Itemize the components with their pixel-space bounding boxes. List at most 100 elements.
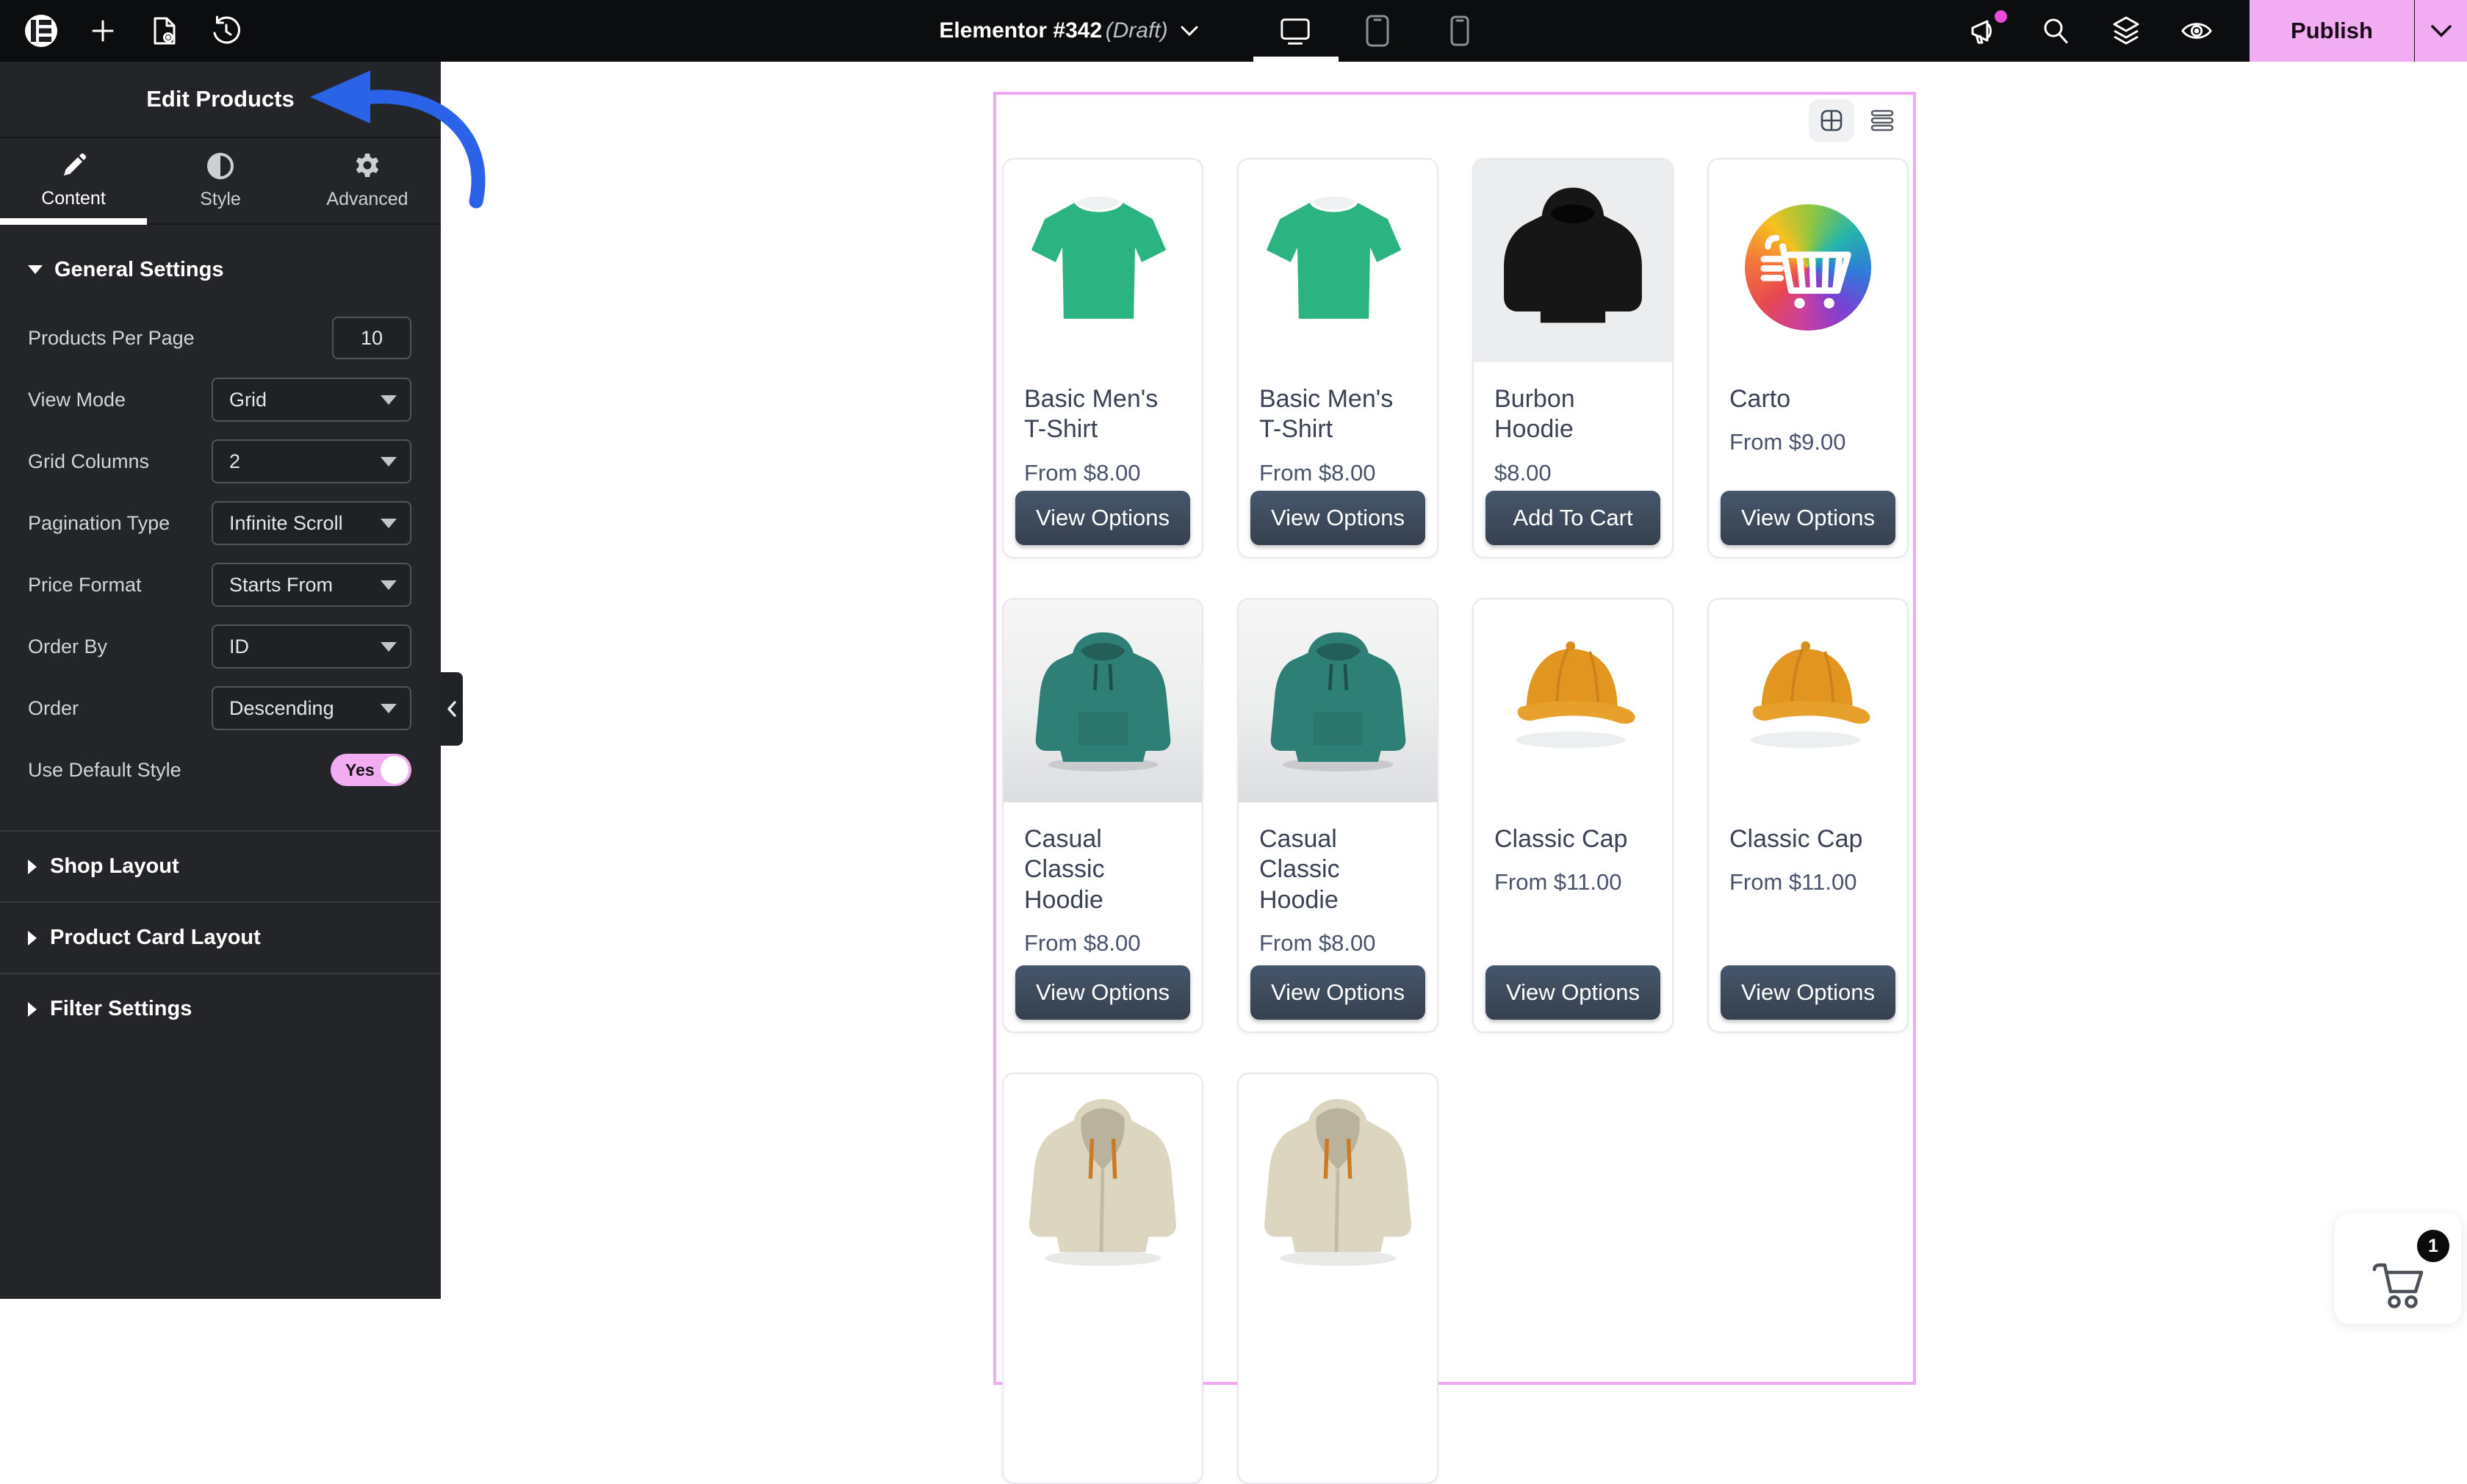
chevron-down-icon	[1180, 25, 1199, 37]
editor-canvas[interactable]: Basic Men's T-Shirt From $8.00 View Opti…	[441, 62, 2467, 1299]
caret-right-icon	[28, 931, 37, 945]
panel-title: Edit Products	[146, 86, 295, 112]
grid-view-icon[interactable]	[1809, 99, 1854, 142]
product-image-teal-hoodie	[1004, 599, 1202, 802]
view-options-button[interactable]: View Options	[1015, 965, 1190, 1020]
product-price: From $8.00	[1239, 915, 1437, 957]
select-value: Descending	[229, 697, 334, 720]
device-tablet-icon[interactable]	[1361, 15, 1394, 47]
product-title: Classic Cap	[1709, 802, 1907, 854]
view-options-button[interactable]: View Options	[1721, 965, 1895, 1020]
caret-down-icon	[381, 642, 397, 652]
elementor-settings-panel: Edit Products Content Style Advanced	[0, 62, 441, 1299]
product-card[interactable]: Classic Cap From $11.00 View Options	[1472, 598, 1674, 1033]
product-card[interactable]: Casual Classic Hoodie From $8.00 View Op…	[1002, 598, 1203, 1033]
caret-right-icon	[28, 860, 37, 874]
add-new-icon[interactable]	[87, 15, 119, 47]
product-price: From $8.00	[1004, 915, 1202, 957]
product-card[interactable]	[1002, 1073, 1203, 1484]
order-by-select[interactable]: ID	[212, 624, 411, 669]
cart-count-badge: 1	[2417, 1230, 2449, 1262]
panel-tabs: Content Style Advanced	[0, 138, 441, 225]
structure-layers-icon[interactable]	[2110, 15, 2142, 47]
field-label: Price Format	[28, 574, 142, 597]
product-image-orange-cap	[1709, 599, 1907, 802]
products-widget-selected[interactable]: Basic Men's T-Shirt From $8.00 View Opti…	[993, 92, 1916, 1385]
publish-button[interactable]: Publish	[2250, 0, 2414, 62]
field-label: Grid Columns	[28, 450, 149, 473]
product-image-orange-cap	[1474, 599, 1672, 802]
pagination-type-select[interactable]: Infinite Scroll	[212, 501, 411, 545]
caret-down-icon	[381, 704, 397, 713]
whats-new-megaphone-icon[interactable]	[1969, 15, 2001, 47]
publish-options-chevron[interactable]	[2415, 0, 2467, 62]
select-value: Grid	[229, 389, 267, 411]
field-order: Order Descending	[0, 677, 441, 739]
add-to-cart-button[interactable]: Add To Cart	[1485, 491, 1660, 545]
device-mobile-icon[interactable]	[1444, 15, 1476, 47]
view-options-button[interactable]: View Options	[1250, 491, 1425, 545]
caret-down-icon	[381, 519, 397, 528]
elementor-logo[interactable]	[25, 15, 57, 47]
list-view-icon[interactable]	[1865, 99, 1900, 142]
section-filter-settings[interactable]: Filter Settings	[0, 973, 441, 1044]
tab-content[interactable]: Content	[0, 138, 147, 223]
product-title: Classic Cap	[1474, 802, 1672, 854]
product-image-beige-hoodie	[1004, 1074, 1202, 1390]
product-image-green-tshirt	[1239, 159, 1437, 362]
field-label: Order	[28, 697, 79, 720]
section-shop-layout[interactable]: Shop Layout	[0, 830, 441, 901]
view-options-button[interactable]: View Options	[1015, 491, 1190, 545]
product-image-beige-hoodie	[1239, 1074, 1437, 1390]
finder-search-icon[interactable]	[2039, 15, 2072, 47]
page-settings-icon[interactable]	[148, 15, 181, 47]
product-card[interactable]: Basic Men's T-Shirt From $8.00 View Opti…	[1002, 158, 1203, 558]
view-options-button[interactable]: View Options	[1250, 965, 1425, 1020]
section-title: Shop Layout	[50, 854, 179, 879]
document-switcher[interactable]: Elementor #342 (Draft)	[922, 0, 1216, 62]
field-label: Use Default Style	[28, 759, 181, 782]
section-general-settings[interactable]: General Settings	[0, 225, 441, 295]
tab-label: Style	[200, 189, 241, 210]
product-card[interactable]: Carto From $9.00 View Options	[1707, 158, 1909, 558]
tab-label: Advanced	[326, 189, 408, 210]
field-label: View Mode	[28, 389, 126, 411]
use-default-style-toggle[interactable]: Yes	[331, 754, 411, 786]
caret-down-icon	[381, 580, 397, 590]
preview-eye-icon[interactable]	[2180, 15, 2213, 47]
tab-advanced[interactable]: Advanced	[294, 138, 441, 223]
price-format-select[interactable]: Starts From	[212, 563, 411, 607]
product-card[interactable]: Classic Cap From $11.00 View Options	[1707, 598, 1909, 1033]
tab-style[interactable]: Style	[147, 138, 294, 223]
panel-header: Edit Products	[0, 62, 441, 138]
product-image-teal-hoodie	[1239, 599, 1437, 802]
section-product-card-layout[interactable]: Product Card Layout	[0, 901, 441, 973]
view-options-button[interactable]: View Options	[1485, 965, 1660, 1020]
panel-collapse-handle[interactable]	[441, 672, 463, 746]
order-select[interactable]: Descending	[212, 686, 411, 730]
product-card[interactable]: Casual Classic Hoodie From $8.00 View Op…	[1237, 598, 1438, 1033]
cart-fab[interactable]: 1	[2335, 1214, 2461, 1324]
product-image-rainbow-cart-logo	[1709, 159, 1907, 362]
product-card[interactable]: Burbon Hoodie $8.00 Add To Cart	[1472, 158, 1674, 558]
history-icon[interactable]	[210, 15, 242, 47]
product-price: $8.00	[1474, 445, 1672, 486]
select-value: ID	[229, 635, 249, 658]
toggle-label: Yes	[331, 760, 375, 780]
product-card[interactable]: Basic Men's T-Shirt From $8.00 View Opti…	[1237, 158, 1438, 558]
chevron-down-icon	[2430, 24, 2452, 37]
product-card[interactable]	[1237, 1073, 1438, 1484]
view-mode-select[interactable]: Grid	[212, 378, 411, 422]
product-price: From $9.00	[1709, 414, 1907, 455]
products-per-page-input[interactable]: 10	[332, 317, 411, 359]
device-desktop-icon[interactable]	[1279, 15, 1311, 47]
view-options-button[interactable]: View Options	[1721, 491, 1895, 545]
contrast-icon	[206, 152, 234, 180]
product-price: From $11.00	[1709, 854, 1907, 896]
field-label: Pagination Type	[28, 512, 170, 535]
grid-columns-select[interactable]: 2	[212, 439, 411, 483]
field-order-by: Order By ID	[0, 616, 441, 677]
field-use-default-style: Use Default Style Yes	[0, 739, 441, 801]
product-title: Basic Men's T-Shirt	[1004, 362, 1202, 445]
section-title: Product Card Layout	[50, 926, 261, 950]
